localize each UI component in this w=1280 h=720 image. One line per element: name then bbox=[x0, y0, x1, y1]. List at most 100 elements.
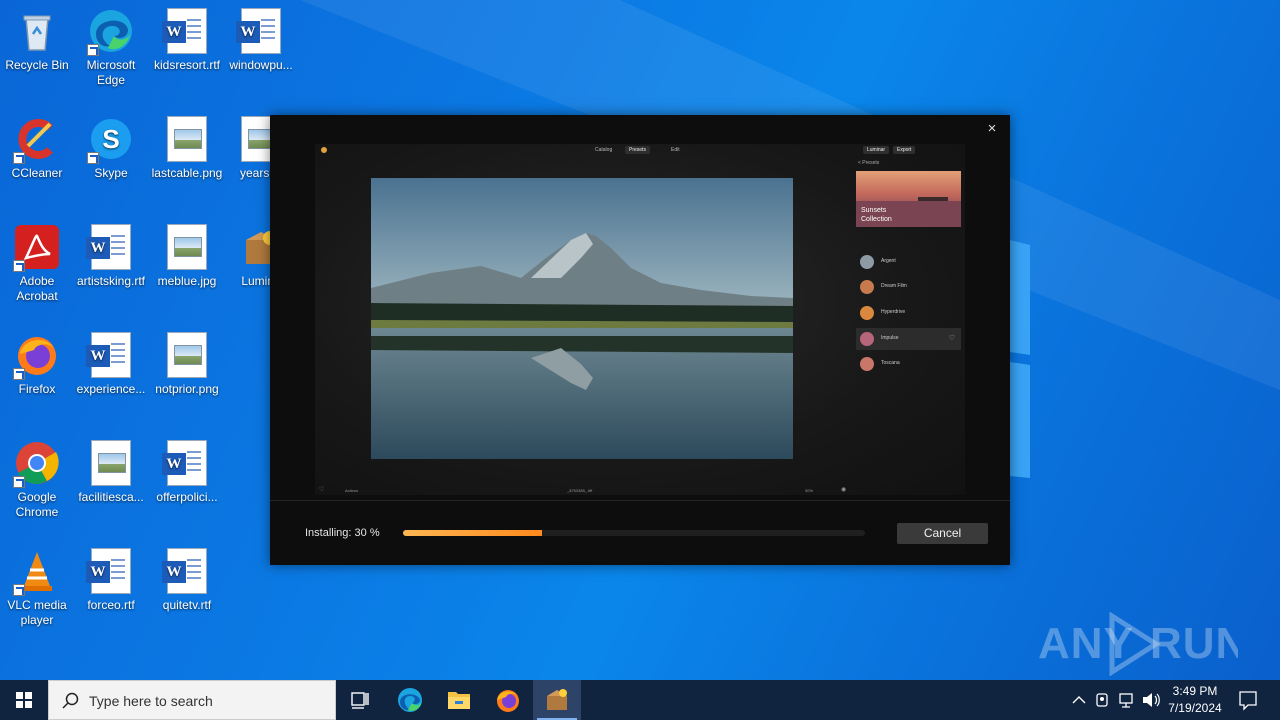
desktop-icon-meblue[interactable]: meblue.jpg bbox=[150, 224, 224, 289]
ccleaner-icon bbox=[13, 116, 60, 164]
eye-icon[interactable]: ◉ bbox=[841, 486, 846, 493]
preset-item[interactable]: Hyperdrive bbox=[856, 302, 961, 324]
preset-name: Impulse bbox=[881, 335, 899, 341]
preset-item-selected[interactable]: Impulse ♡ bbox=[856, 328, 961, 350]
desktop-icon-facilitiesca[interactable]: facilitiesca... bbox=[74, 440, 148, 505]
firefox-taskbar-icon[interactable] bbox=[484, 680, 532, 720]
word-doc-icon: W bbox=[86, 548, 131, 594]
notifications-icon[interactable] bbox=[1234, 680, 1262, 720]
word-doc-icon: W bbox=[86, 224, 131, 270]
word-doc-icon: W bbox=[86, 332, 131, 378]
chrome-icon bbox=[13, 440, 60, 488]
icon-label: forceo.rtf bbox=[87, 598, 135, 612]
progress-fill bbox=[403, 530, 542, 536]
icon-label: facilitiesca... bbox=[78, 490, 144, 504]
divider bbox=[270, 500, 1010, 501]
show-hidden-icons[interactable] bbox=[1068, 680, 1090, 720]
image-file-icon bbox=[167, 332, 207, 378]
presets-back-link[interactable]: < Presets bbox=[858, 160, 879, 166]
icon-label: Recycle Bin bbox=[5, 58, 69, 72]
icon-label: CCleaner bbox=[11, 166, 63, 180]
volume-icon[interactable] bbox=[1140, 680, 1162, 720]
meet-now-icon[interactable] bbox=[1092, 680, 1114, 720]
preset-name: Argent bbox=[881, 258, 896, 264]
image-file-icon bbox=[167, 116, 207, 162]
desktop-icon-forceo[interactable]: W forceo.rtf bbox=[74, 548, 148, 613]
tab-catalog[interactable]: Catalog bbox=[591, 146, 616, 154]
taskbar-search[interactable]: Type here to search bbox=[48, 680, 336, 720]
icon-label: Adobe Acrobat bbox=[16, 274, 58, 303]
tab-presets[interactable]: Presets bbox=[625, 146, 650, 154]
desktop-icon-chrome[interactable]: Google Chrome bbox=[0, 440, 74, 520]
icon-label: artistsking.rtf bbox=[76, 274, 145, 288]
desktop-icon-acrobat[interactable]: Adobe Acrobat bbox=[0, 224, 74, 304]
icon-label: lastcable.png bbox=[151, 166, 223, 180]
desktop-icon-quitetv[interactable]: W quitetv.rtf bbox=[150, 548, 224, 613]
tab-edit[interactable]: Edit bbox=[667, 146, 684, 154]
installer-taskbar-icon[interactable] bbox=[533, 680, 581, 720]
desktop-icon-artistsking[interactable]: W artistsking.rtf bbox=[74, 224, 148, 289]
desktop-icon-vlc[interactable]: VLC media player bbox=[0, 548, 74, 628]
desktop-icon-notprior[interactable]: notprior.png bbox=[150, 332, 224, 397]
collection-title: Sunsets Collection bbox=[861, 207, 892, 223]
desktop-icon-edge[interactable]: Microsoft Edge bbox=[74, 8, 148, 88]
taskbar: Type here to search 3:49 PM 7/19/2024 bbox=[0, 680, 1280, 720]
desktop-icon-windowpu[interactable]: W windowpu... bbox=[224, 8, 298, 73]
desktop-icon-ccleaner[interactable]: CCleaner bbox=[0, 116, 74, 181]
desktop-icon-offerpolici[interactable]: W offerpolici... bbox=[150, 440, 224, 505]
desktop-icon-skype[interactable]: S Skype bbox=[74, 116, 148, 181]
preset-item[interactable]: Argent bbox=[856, 251, 961, 273]
actions-menu[interactable]: Actions bbox=[345, 488, 358, 493]
search-icon bbox=[62, 692, 79, 709]
install-status: Installing: 30 % bbox=[305, 527, 380, 539]
progress-bar bbox=[403, 530, 865, 536]
acrobat-icon bbox=[13, 224, 60, 272]
preset-thumb bbox=[860, 255, 874, 269]
app-logo-icon bbox=[321, 147, 327, 153]
preset-name: Dream Film bbox=[881, 283, 907, 289]
windows-logo-icon bbox=[16, 692, 32, 708]
heart-icon[interactable]: ♡ bbox=[949, 334, 955, 342]
icon-label: Skype bbox=[94, 166, 128, 180]
preset-item[interactable]: Dream Film bbox=[856, 276, 961, 298]
edge-icon bbox=[87, 8, 134, 56]
heart-icon[interactable]: ♡ bbox=[319, 486, 324, 493]
icon-label: kidsresort.rtf bbox=[153, 58, 220, 72]
icon-label: VLC media player bbox=[7, 598, 67, 627]
icon-label: meblue.jpg bbox=[157, 274, 217, 288]
preset-name: Hyperdrive bbox=[881, 309, 906, 315]
luminar-button[interactable]: Luminar bbox=[863, 146, 890, 154]
shortcut-arrow-icon bbox=[13, 584, 25, 596]
image-file-icon bbox=[167, 224, 207, 270]
task-view-icon[interactable] bbox=[336, 680, 384, 720]
icon-label: notprior.png bbox=[155, 382, 219, 396]
cancel-button[interactable]: Cancel bbox=[897, 523, 988, 544]
skype-icon: S bbox=[87, 116, 134, 164]
search-placeholder: Type here to search bbox=[89, 693, 213, 709]
svg-text:RUN: RUN bbox=[1150, 619, 1238, 668]
clock-time: 3:49 PM bbox=[1172, 684, 1218, 698]
system-clock[interactable]: 3:49 PM 7/19/2024 bbox=[1160, 683, 1230, 717]
word-doc-icon: W bbox=[162, 440, 207, 486]
preset-item[interactable]: Toscana bbox=[856, 353, 961, 375]
start-button[interactable] bbox=[0, 680, 48, 720]
desktop-icon-firefox[interactable]: Firefox bbox=[0, 332, 74, 397]
network-icon[interactable] bbox=[1116, 680, 1138, 720]
firefox-icon bbox=[13, 332, 60, 380]
vlc-icon bbox=[13, 548, 60, 596]
recycle-bin-icon bbox=[14, 8, 60, 54]
desktop-icon-kidsresort[interactable]: W kidsresort.rtf bbox=[150, 8, 224, 73]
desktop-icon-recycle-bin[interactable]: Recycle Bin bbox=[0, 8, 74, 73]
svg-text:S: S bbox=[102, 124, 119, 154]
desktop-icon-experience[interactable]: W experience... bbox=[74, 332, 148, 397]
desktop-icon-lastcable[interactable]: lastcable.png bbox=[150, 116, 224, 181]
close-button[interactable]: × bbox=[984, 121, 1000, 137]
sunsets-collection-card[interactable]: Sunsets Collection bbox=[856, 171, 961, 227]
edge-taskbar-icon[interactable] bbox=[386, 680, 434, 720]
icon-label: windowpu... bbox=[229, 58, 293, 72]
preview-toolbar: Catalog Presets Edit Luminar Export bbox=[315, 144, 965, 156]
export-button[interactable]: Export bbox=[893, 146, 916, 154]
clock-date: 7/19/2024 bbox=[1168, 701, 1222, 715]
zoom-level[interactable]: 30% bbox=[805, 488, 813, 493]
file-explorer-icon[interactable] bbox=[435, 680, 483, 720]
